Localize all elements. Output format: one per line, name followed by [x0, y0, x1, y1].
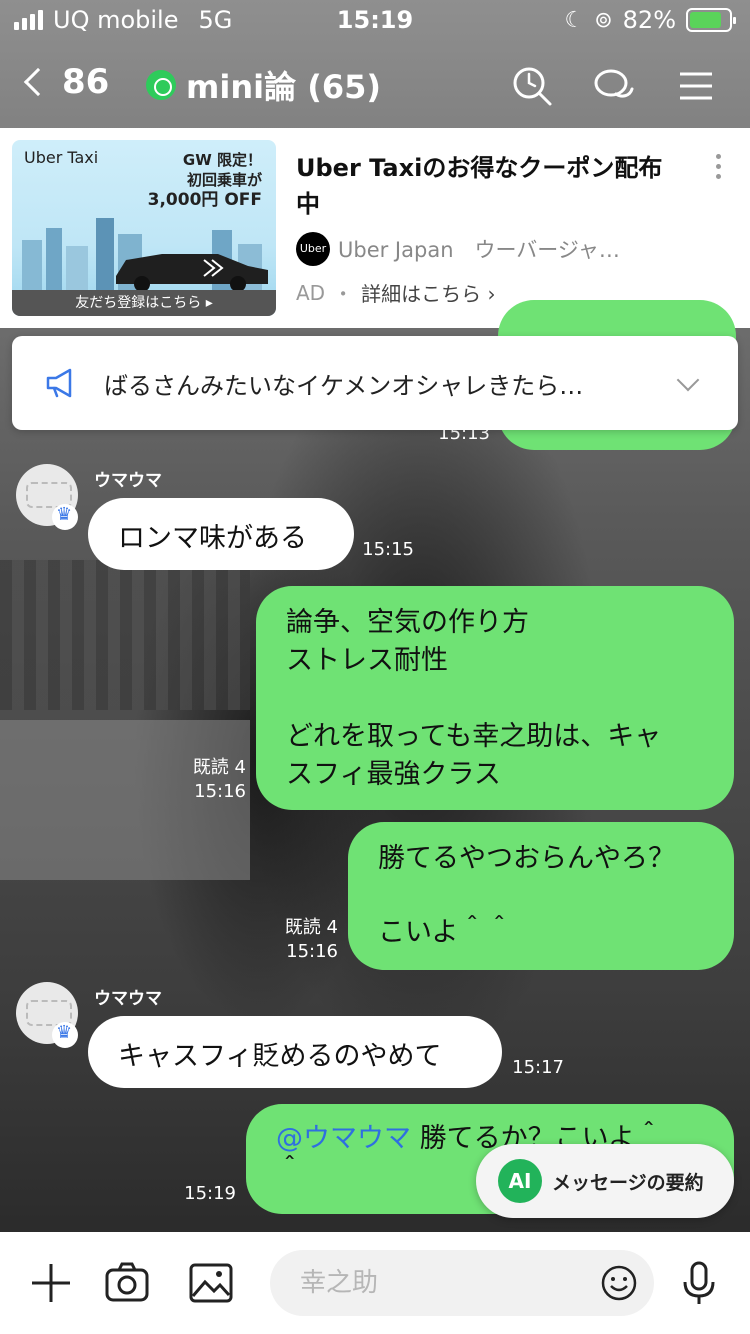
- battery-icon: [686, 8, 736, 32]
- chat-title-text: mini論 (65): [186, 68, 381, 106]
- promo-line: GW 限定！: [182, 151, 262, 169]
- chevron-left-icon: [23, 67, 53, 97]
- read-receipt: 既読 4: [284, 917, 338, 938]
- megaphone-icon: [46, 368, 72, 398]
- message-text: キャスフィ貶めるのやめて: [118, 1041, 442, 1072]
- ad-image-promo: GW 限定！ 初回乗車が 3,000円 OFF: [148, 150, 262, 210]
- back-button[interactable]: 86: [23, 62, 110, 102]
- message-time: 15:15: [362, 539, 414, 560]
- battery-percent: 82%: [622, 6, 676, 34]
- message-bubble-received[interactable]: キャスフィ貶めるのやめて: [88, 1016, 502, 1088]
- message-line: ストレス耐性: [286, 645, 448, 676]
- search-icon[interactable]: [510, 64, 554, 108]
- message-bubble-received[interactable]: ロンマ味がある: [88, 498, 354, 570]
- uber-logo: Uber: [296, 232, 330, 266]
- ai-icon: AI: [498, 1159, 542, 1203]
- message-text: ロンマ味がある: [118, 523, 307, 554]
- ad-title[interactable]: Uber Taxiのお得なクーポン配布中: [296, 150, 676, 222]
- chat-bubbles-icon[interactable]: [592, 64, 636, 108]
- orientation-lock-icon: ⊚: [594, 7, 613, 33]
- unread-count: 86: [62, 62, 110, 102]
- announcement-bar[interactable]: ばるさんみたいなイケメンオシャレきたら…: [12, 336, 738, 430]
- message-time: 15:16: [286, 941, 338, 962]
- ad-image-brand: Uber Taxi: [24, 148, 99, 167]
- image-icon[interactable]: [188, 1260, 234, 1306]
- chevron-down-icon[interactable]: [676, 368, 700, 392]
- camera-icon[interactable]: [104, 1260, 150, 1306]
- chat-header: 86 mini論 (65): [0, 44, 750, 128]
- more-options-icon[interactable]: [716, 154, 722, 184]
- ad-image-cta[interactable]: 友だち登録はこちら ▸: [12, 290, 276, 316]
- plus-icon[interactable]: [28, 1260, 74, 1306]
- status-bar: UQ mobile 5G 15:19 ☾ ⊚ 82%: [0, 0, 750, 40]
- ad-sub-row: AD ・ 詳細はこちら ›: [296, 278, 495, 307]
- summary-label: メッセージの要約: [552, 1171, 704, 1194]
- microphone-icon[interactable]: [676, 1260, 722, 1306]
- ad-banner[interactable]: Uber Taxi GW 限定！ 初回乗車が 3,000円 OFF 友だち登録は…: [0, 128, 750, 328]
- openchat-icon: [146, 70, 176, 100]
- emoji-icon[interactable]: [600, 1264, 638, 1302]
- message-line: 論争、空気の作り方: [286, 607, 529, 638]
- chat-title[interactable]: mini論 (65): [146, 62, 381, 108]
- message-summary-button[interactable]: AI メッセージの要約: [476, 1144, 734, 1218]
- ad-details-link[interactable]: 詳細はこちら ›: [361, 278, 495, 307]
- input-bar: [0, 1232, 750, 1334]
- menu-icon[interactable]: [674, 64, 718, 108]
- sender-name: ウマウマ: [94, 989, 162, 1009]
- message-line: スフィ最強クラス: [286, 759, 501, 790]
- taxi-city-illustration: [22, 218, 268, 290]
- ad-image[interactable]: Uber Taxi GW 限定！ 初回乗車が 3,000円 OFF 友だち登録は…: [12, 140, 276, 316]
- message-line: 勝てるやつおらんやろ？: [378, 843, 675, 874]
- message-input[interactable]: [300, 1250, 600, 1316]
- ad-brand-row: Uber Uber Japan ウーバージャ…: [296, 232, 620, 266]
- message-time: 15:16: [194, 781, 246, 802]
- message-input-container[interactable]: [270, 1250, 654, 1316]
- ad-separator: ・: [333, 282, 354, 306]
- message-time: 15:17: [512, 1057, 564, 1078]
- crown-badge-icon: [52, 1022, 78, 1048]
- crown-badge-icon: [52, 504, 78, 530]
- moon-icon: ☾: [564, 7, 585, 33]
- announcement-text: ばるさんみたいなイケメンオシャレきたら…: [104, 372, 584, 400]
- message-meta: 既読 4 15:16: [240, 916, 338, 964]
- message-bubble-sent[interactable]: 勝てるやつおらんやろ？ こいよ＾＾: [348, 822, 734, 970]
- promo-line: 3,000円 OFF: [147, 190, 262, 210]
- read-receipt: 既読 4: [192, 757, 246, 778]
- ad-label: AD: [296, 280, 326, 305]
- message-line: こいよ＾＾: [378, 917, 513, 948]
- ad-brand-name: Uber Japan ウーバージャ…: [338, 238, 620, 262]
- mention-link[interactable]: @ウマウマ: [276, 1123, 411, 1154]
- background-roof: [0, 560, 250, 710]
- message-bubble-sent[interactable]: 論争、空気の作り方 ストレス耐性 どれを取っても幸之助は、キャ スフィ最強クラス: [256, 586, 734, 810]
- message-line: どれを取っても幸之助は、キャ: [286, 721, 662, 752]
- message-meta: 既読 4 15:16: [150, 756, 246, 804]
- sender-name: ウマウマ: [94, 471, 162, 491]
- message-time: 15:19: [184, 1183, 236, 1204]
- promo-line: 初回乗車が: [186, 171, 262, 189]
